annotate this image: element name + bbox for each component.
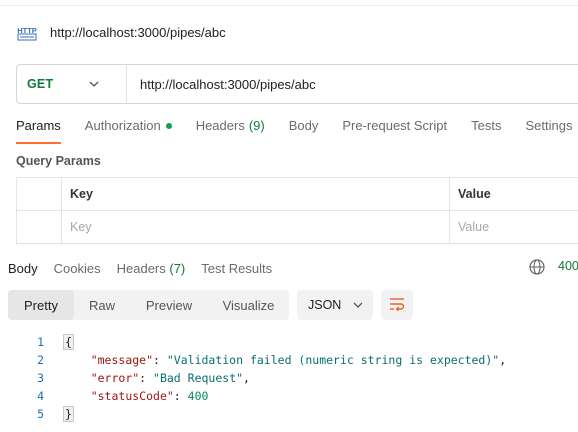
request-tabs: Params Authorization Headers (9) Body Pre… bbox=[16, 118, 578, 148]
language-label: JSON bbox=[308, 298, 342, 312]
line-number: 5 bbox=[37, 407, 44, 421]
table-header-row: Key Value bbox=[16, 177, 578, 211]
response-tab-test-results[interactable]: Test Results bbox=[201, 261, 272, 276]
json-key: "message" bbox=[90, 353, 154, 367]
method-select[interactable]: GET bbox=[17, 65, 127, 103]
tab-headers[interactable]: Headers (9) bbox=[196, 118, 265, 142]
code-line: 3 "error": "Bad Request", bbox=[0, 369, 578, 387]
line-number: 1 bbox=[37, 335, 44, 349]
code-line: 1{ bbox=[0, 333, 578, 351]
language-select[interactable]: JSON bbox=[297, 290, 373, 320]
json-number-value: 400 bbox=[187, 389, 209, 403]
format-visualize-button[interactable]: Visualize bbox=[208, 290, 289, 320]
request-bar: GET bbox=[16, 64, 578, 104]
svg-text:HTTP: HTTP bbox=[17, 26, 37, 35]
format-raw-button[interactable]: Raw bbox=[74, 290, 130, 320]
response-tab-body[interactable]: Body bbox=[8, 261, 38, 276]
json-string-value: "Validation failed (numeric string is ex… bbox=[166, 353, 500, 367]
format-segmented-control: Pretty Raw Preview Visualize bbox=[8, 290, 289, 320]
checkbox-header-cell bbox=[16, 177, 62, 211]
response-body-editor[interactable]: 1{ 2 "message": "Validation failed (nume… bbox=[0, 333, 578, 423]
code-line: 5} bbox=[0, 405, 578, 423]
value-input[interactable]: Value bbox=[449, 210, 578, 244]
brace-close: } bbox=[63, 406, 74, 422]
tab-pre-request-script[interactable]: Pre-request Script bbox=[342, 118, 447, 142]
chevron-down-icon bbox=[353, 302, 363, 308]
brace-open: { bbox=[63, 334, 74, 350]
status-dot bbox=[165, 123, 172, 129]
globe-icon[interactable] bbox=[528, 258, 546, 276]
http-icon: HTTP bbox=[16, 22, 38, 42]
code-line: 4 "statusCode": 400 bbox=[0, 387, 578, 405]
row-checkbox-cell bbox=[16, 210, 62, 244]
json-string-value: "Bad Request" bbox=[153, 371, 244, 385]
status-code[interactable]: 400 bbox=[558, 259, 578, 273]
line-number: 2 bbox=[37, 353, 44, 367]
request-title-row: HTTP http://localhost:3000/pipes/abc bbox=[16, 20, 226, 44]
url-input[interactable] bbox=[140, 76, 560, 92]
value-header: Value bbox=[449, 177, 578, 211]
query-params-table: Key Value Key Value bbox=[16, 177, 578, 244]
wrap-lines-button[interactable] bbox=[381, 290, 413, 320]
query-params-title: Query Params bbox=[16, 154, 101, 168]
response-tab-cookies[interactable]: Cookies bbox=[54, 261, 101, 276]
response-tabs: Body Cookies Headers (7) Test Results bbox=[8, 258, 288, 278]
key-input[interactable]: Key bbox=[61, 210, 450, 244]
method-label: GET bbox=[27, 77, 54, 91]
json-key: "error" bbox=[90, 371, 140, 385]
tab-params[interactable]: Params bbox=[16, 118, 61, 144]
tab-settings[interactable]: Settings bbox=[525, 118, 572, 142]
tab-body[interactable]: Body bbox=[289, 118, 319, 142]
table-row: Key Value bbox=[16, 210, 578, 244]
top-strip bbox=[0, 0, 578, 6]
tab-authorization[interactable]: Authorization bbox=[85, 118, 172, 142]
response-tab-headers[interactable]: Headers (7) bbox=[117, 261, 186, 276]
line-number: 3 bbox=[37, 371, 44, 385]
json-key: "statusCode" bbox=[90, 389, 174, 403]
key-header: Key bbox=[61, 177, 450, 211]
wrap-lines-icon bbox=[389, 297, 405, 314]
code-line: 2 "message": "Validation failed (numeric… bbox=[0, 351, 578, 369]
line-number: 4 bbox=[37, 389, 44, 403]
request-title[interactable]: http://localhost:3000/pipes/abc bbox=[50, 25, 226, 40]
format-preview-button[interactable]: Preview bbox=[130, 290, 208, 320]
chevron-down-icon bbox=[89, 81, 99, 87]
format-pretty-button[interactable]: Pretty bbox=[8, 290, 74, 320]
tab-tests[interactable]: Tests bbox=[471, 118, 501, 142]
